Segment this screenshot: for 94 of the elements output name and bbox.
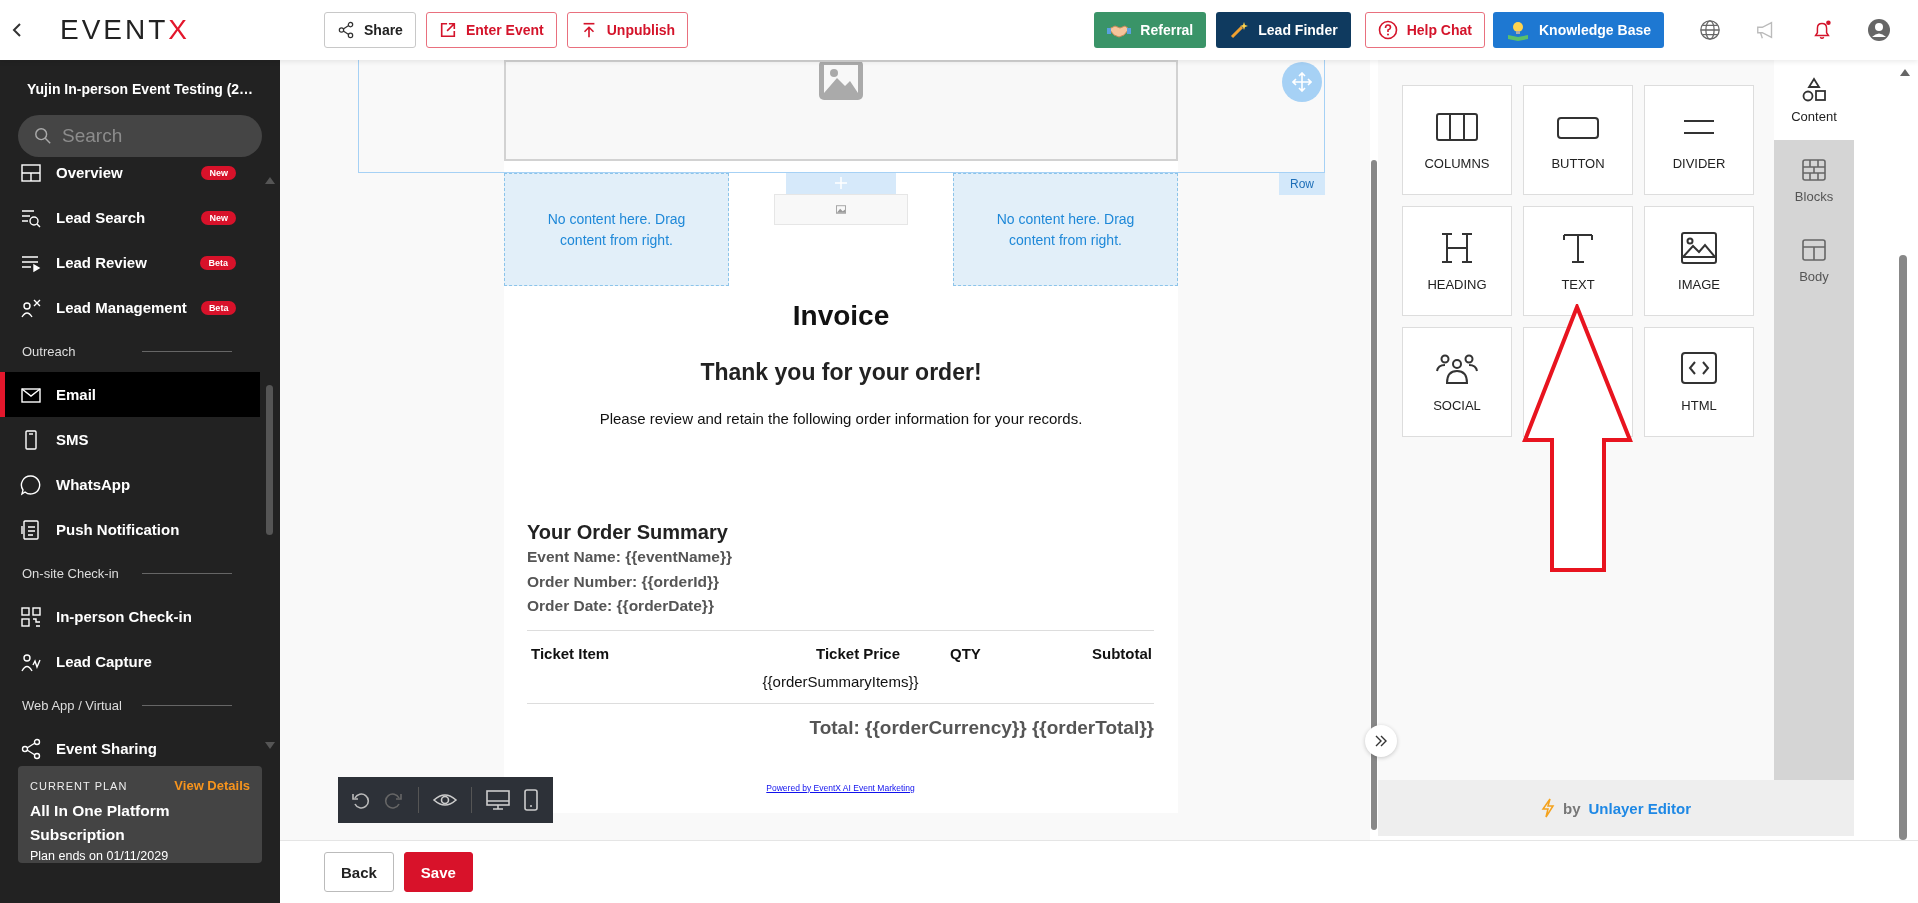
header-button[interactable]: Help Chat (1364, 12, 1485, 48)
bricks-icon (1801, 156, 1827, 183)
scrollbar-thumb[interactable] (1899, 255, 1907, 840)
credit-text: by (1562, 799, 1581, 817)
sidebar-item[interactable]: Push Notification (0, 507, 255, 552)
tool-tile[interactable]: DIVIDER (1644, 85, 1754, 195)
badge: Beta (200, 255, 236, 270)
intro-text: Please review and retain the following order information for your records. (598, 409, 1084, 429)
sidebar-item[interactable]: WhatsApp (0, 462, 255, 507)
summary-line: Event Name: {{eventName}} (527, 547, 734, 567)
search-icon (34, 127, 52, 145)
double-chevron-icon (1374, 735, 1388, 747)
mobile-icon[interactable] (524, 789, 538, 811)
scrollbar-thumb[interactable] (1371, 160, 1377, 830)
lightning-icon (1540, 798, 1555, 818)
panel-tab[interactable]: Content (1774, 60, 1854, 140)
view-details-link[interactable]: View Details (174, 778, 250, 793)
globe-icon[interactable] (1699, 19, 1721, 41)
header-button[interactable]: Knowledge Base (1492, 12, 1664, 48)
badge: New (201, 210, 236, 225)
plus-icon (835, 177, 847, 189)
image-icon (836, 205, 846, 214)
help-icon (1377, 20, 1398, 40)
powered-by-link[interactable]: Powered by EventX AI Event Marketing (766, 782, 915, 793)
column-header: Ticket Item (530, 643, 611, 664)
shapes-icon (1801, 76, 1827, 103)
scroll-down-icon[interactable] (265, 742, 275, 750)
back-chevron-icon[interactable] (12, 22, 22, 38)
move-icon (1292, 72, 1312, 92)
sidebar-item[interactable]: Lead Management Beta (0, 285, 255, 330)
external-link-icon (438, 21, 457, 39)
badge: Beta (200, 300, 237, 315)
column-header: QTY (949, 643, 982, 664)
row-label: Row (1279, 173, 1325, 195)
column-header: Subtotal (1091, 643, 1153, 664)
sidebar-item[interactable]: In-person Check-in (0, 594, 255, 639)
plan-caption: CURRENT PLAN (30, 779, 128, 792)
sidebar-item[interactable]: Lead Review Beta (0, 240, 255, 285)
sidebar-item[interactable]: Lead Capture (0, 639, 255, 684)
share-icon (20, 737, 42, 760)
redo-icon[interactable] (384, 790, 404, 810)
tool-tile[interactable]: SOCIAL (1402, 327, 1512, 437)
user-avatar-icon[interactable] (1867, 18, 1891, 42)
tool-tile[interactable]: TEXT (1523, 206, 1633, 316)
search-field[interactable]: Search (18, 115, 262, 157)
layout-icon (1801, 236, 1827, 263)
order-items-row-text: {{orderSummaryItems}} (761, 671, 920, 692)
plan-name: All In One Platform Subscription (30, 801, 171, 845)
sidebar-item[interactable]: SMS (0, 417, 255, 462)
badge: New (201, 165, 236, 180)
document-icon (20, 518, 42, 541)
footer-button[interactable]: Save (403, 852, 473, 892)
header-button[interactable]: Referral (1094, 12, 1207, 48)
lightbulb-book-icon (1505, 19, 1530, 41)
tool-tile[interactable]: COLUMNS (1402, 85, 1512, 195)
tool-tile[interactable]: HTML (1644, 327, 1754, 437)
eventx-logo: EVENTX (60, 14, 191, 46)
sidebar-item[interactable]: Lead Search New (0, 195, 255, 240)
scroll-up-icon[interactable] (1900, 68, 1910, 76)
image-icon (817, 62, 865, 102)
invoice-title: Invoice (791, 299, 891, 333)
desktop-icon[interactable] (486, 789, 510, 811)
header-button[interactable]: Unpublish (566, 12, 689, 48)
sidebar-item[interactable]: Event Sharing (0, 726, 255, 766)
share-icon (337, 21, 355, 39)
tool-tile[interactable]: HEADING (1402, 206, 1512, 316)
chat-bubble-icon (20, 473, 42, 496)
undo-icon[interactable] (350, 790, 370, 810)
column-header: Ticket Price (815, 643, 900, 664)
footer-button[interactable]: Back (324, 852, 394, 892)
header-button[interactable]: Lead Finder (1216, 12, 1351, 48)
header-button[interactable]: Share (324, 12, 416, 48)
summary-line: Order Date: {{orderDate}} (527, 596, 715, 616)
section-label: On-site Check-in (22, 565, 119, 581)
plan-end-date: Plan ends on 01/11/2029 (30, 849, 170, 863)
section-label: Web App / Virtual (22, 697, 122, 713)
event-title: Yujin In-person Event Testing (2… (26, 80, 255, 99)
panel-tab[interactable]: Body (1774, 220, 1854, 300)
panel-tab[interactable]: Blocks (1774, 140, 1854, 220)
sidebar-item[interactable]: Overview New (0, 160, 255, 195)
summary-line: Order Number: {{orderId}} (527, 571, 721, 592)
section-label: Outreach (22, 343, 76, 359)
sidebar-item[interactable]: Email (0, 372, 260, 417)
header-button[interactable]: Enter Event (425, 12, 557, 48)
summary-heading: Your Order Summary (527, 520, 729, 545)
magic-wand-icon (1229, 20, 1250, 40)
move-handle[interactable] (1282, 62, 1322, 102)
grid-icon (20, 161, 42, 184)
tool-tile[interactable]: BUTTON (1523, 85, 1633, 195)
tool-tile[interactable]: IMAGE (1644, 206, 1754, 316)
order-total: Total: {{orderCurrency}} {{orderTotal}} (809, 716, 1154, 738)
thank-you-heading: Thank you for your order! (699, 358, 983, 387)
qr-code-icon (20, 605, 42, 628)
scrollbar-thumb[interactable] (266, 385, 273, 535)
